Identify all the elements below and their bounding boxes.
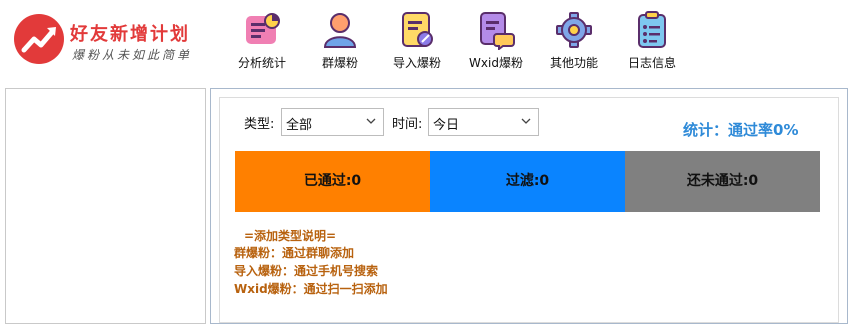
- header-bar: 好友新增计划 爆粉从未如此简单 分析统计 群爆粉 导入爆粉 Wxid爆粉 其他功…: [0, 0, 851, 86]
- time-filter-value: 今日: [433, 118, 460, 133]
- toolbar-import[interactable]: 导入爆粉: [382, 10, 452, 76]
- toolbar-log[interactable]: 日志信息: [617, 10, 687, 76]
- toolbar-label: 日志信息: [627, 56, 676, 70]
- gear-icon: [555, 10, 593, 50]
- time-filter-label: 时间:: [392, 117, 423, 132]
- chevron-down-icon: [366, 118, 376, 124]
- logo-trend-icon: [14, 14, 64, 64]
- description-line: 群爆粉：通过群聊添加: [234, 246, 355, 260]
- toolbar-label: 导入爆粉: [392, 56, 441, 70]
- type-filter-value: 全部: [286, 118, 313, 133]
- type-filter-select[interactable]: 全部: [281, 108, 384, 136]
- statistics-panel: 类型: 全部 时间: 今日 统计：通过率0% 已通过:0 过滤:0 还未通过:0…: [210, 88, 848, 324]
- toolbar-label: Wxid爆粉: [469, 56, 523, 70]
- analytics-chart-icon: [243, 10, 281, 50]
- account-list-panel[interactable]: [5, 88, 206, 324]
- time-filter-select[interactable]: 今日: [428, 108, 539, 136]
- description-line: Wxid爆粉：通过扫一扫添加: [234, 282, 388, 296]
- chevron-down-icon: [521, 118, 531, 124]
- toolbar-analytics[interactable]: 分析统计: [227, 10, 297, 76]
- group-user-icon: [321, 10, 359, 50]
- pass-rate-stat: 统计：通过率0%: [683, 121, 799, 139]
- log-clipboard-icon: [633, 10, 671, 50]
- toolbar-wxid[interactable]: Wxid爆粉: [461, 10, 531, 76]
- description-line: 导入爆粉：通过手机号搜索: [234, 264, 379, 278]
- statistics-content: 类型: 全部 时间: 今日 统计：通过率0% 已通过:0 过滤:0 还未通过:0…: [219, 97, 839, 323]
- description-heading: =添加类型说明=: [244, 229, 337, 243]
- toolbar-label: 群爆粉: [321, 56, 358, 70]
- toolbar-group[interactable]: 群爆粉: [305, 10, 375, 76]
- brand-subtitle: 爆粉从未如此简单: [72, 48, 193, 62]
- toolbar-label: 分析统计: [237, 56, 286, 70]
- toolbar-label: 其他功能: [549, 56, 598, 70]
- filtered-count-card: 过滤:0: [430, 151, 625, 212]
- toolbar-other[interactable]: 其他功能: [539, 10, 609, 76]
- type-filter-label: 类型:: [244, 117, 275, 132]
- import-document-icon: [398, 10, 436, 50]
- app-window: 好友新增计划 爆粉从未如此简单 分析统计 群爆粉 导入爆粉 Wxid爆粉 其他功…: [0, 0, 851, 326]
- wxid-chat-icon: [477, 10, 515, 51]
- pending-count-card: 还未通过:0: [625, 151, 820, 212]
- passed-count-card: 已通过:0: [235, 151, 430, 212]
- brand-title: 好友新增计划: [70, 24, 190, 45]
